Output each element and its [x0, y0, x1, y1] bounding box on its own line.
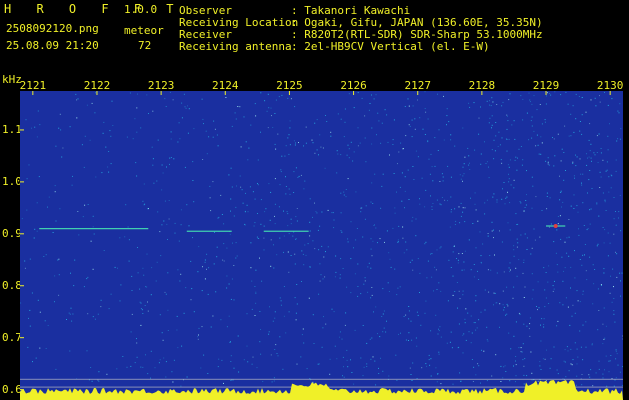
y-tick-label: 0.7 [2, 330, 22, 344]
app-version: 1.0.0 [124, 3, 158, 16]
antenna-label: Receiving antenna [179, 40, 292, 53]
count-label: 72 [138, 39, 152, 52]
antenna-value: : 2el-HB9CV Vertical (el. E-W) [291, 40, 490, 53]
spectrogram-svg [20, 91, 623, 400]
spectrogram-plot [20, 91, 623, 400]
y-tick-label: 0.9 [2, 226, 22, 240]
spectrogram-background [20, 91, 623, 400]
datetime-label: 25.08.09 21:20 [6, 39, 99, 52]
filename-label: 2508092120.png [6, 22, 99, 35]
y-tick-label: 0.6 [2, 382, 22, 396]
y-tick-label: 0.8 [2, 278, 22, 292]
y-tick-label: 1.1 [2, 122, 22, 136]
meteor-strong-echo [553, 224, 558, 229]
y-tick-label: 1.0 [2, 174, 22, 188]
mode-label: meteor [124, 24, 164, 37]
